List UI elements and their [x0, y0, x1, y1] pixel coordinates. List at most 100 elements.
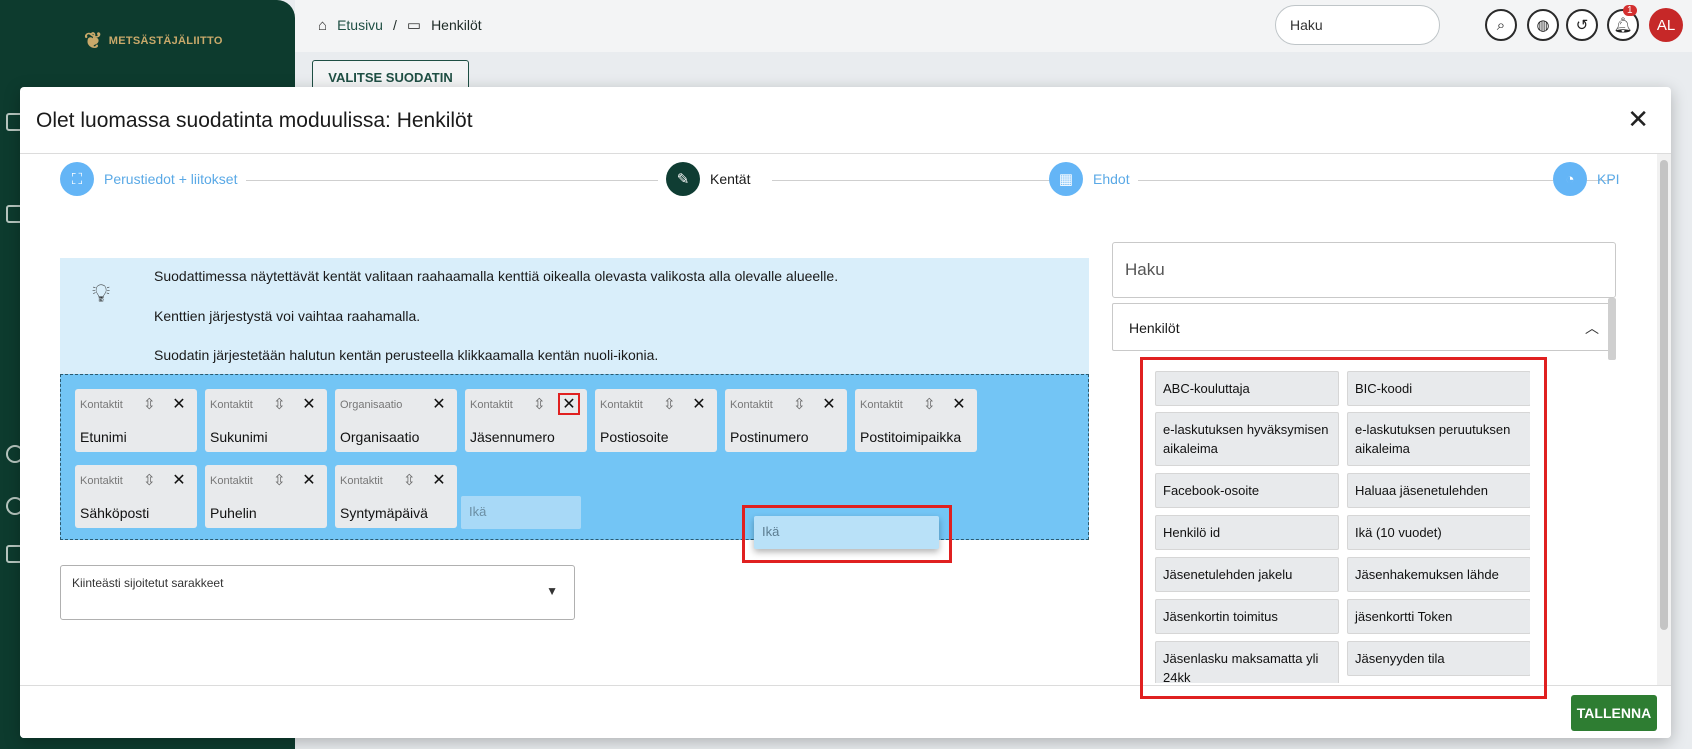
modal-header: Olet luomassa suodatinta moduulissa: Hen…	[20, 87, 1671, 154]
step-label: Kentät	[710, 171, 751, 187]
remove-field-icon[interactable]: ✕	[298, 393, 320, 415]
global-search-input[interactable]: Haku	[1275, 5, 1440, 45]
top-bar	[295, 0, 1692, 52]
chevron-up-icon: ︿	[1585, 320, 1599, 336]
drop-placeholder: Ikä	[461, 496, 581, 529]
breadcrumb-separator: /	[392, 17, 397, 33]
language-button[interactable]: ◍	[1527, 9, 1559, 41]
field-category: Kontaktit	[860, 399, 903, 411]
field-category: Kontaktit	[80, 475, 123, 487]
step-connector	[246, 180, 658, 181]
remove-field-icon[interactable]: ✕	[688, 393, 710, 415]
step-label: Perustiedot + liitokset	[104, 171, 238, 187]
step-label: KPI	[1597, 171, 1620, 187]
lightbulb-icon: 💡︎	[92, 278, 111, 308]
info-text: Kenttien järjestystä voi vaihtaa raahama…	[154, 308, 421, 324]
field-name: Sähköposti	[80, 505, 150, 521]
field-name: Postiosoite	[600, 429, 669, 445]
selected-field-chip[interactable]: Kontaktit ⇳ ✕ Jäsennumero	[465, 389, 587, 452]
modal-scrollbar-thumb[interactable]	[1660, 160, 1668, 630]
remove-field-icon[interactable]: ✕	[168, 469, 190, 491]
field-name: Puhelin	[210, 505, 257, 521]
close-icon[interactable]: ✕	[1627, 106, 1649, 132]
selected-field-chip[interactable]: Kontaktit ⇳ ✕ Sähköposti	[75, 465, 197, 528]
leaf-logo-icon: ❦	[84, 28, 103, 53]
remove-field-icon[interactable]: ✕	[948, 393, 970, 415]
highlight-box	[1140, 357, 1547, 699]
field-category: Kontaktit	[600, 399, 643, 411]
globe-icon: ◍	[1536, 17, 1550, 34]
step-fields[interactable]: ✎ Kentät	[666, 162, 750, 196]
sort-arrows-icon[interactable]: ⇳	[923, 395, 936, 413]
selected-field-chip[interactable]: Organisaatio ✕ Organisaatio	[335, 389, 457, 452]
selected-field-chip[interactable]: Kontaktit ⇳ ✕ Etunimi	[75, 389, 197, 452]
selected-field-chip[interactable]: Kontaktit ⇳ ✕ Syntymäpäivä	[335, 465, 457, 528]
selected-field-chip[interactable]: Kontaktit ⇳ ✕ Sukunimi	[205, 389, 327, 452]
sort-arrows-icon[interactable]: ⇳	[273, 471, 286, 489]
caret-down-icon: ▼	[546, 584, 558, 598]
selected-field-chip[interactable]: Kontaktit ⇳ ✕ Postitoimipaikka	[855, 389, 977, 452]
step-conditions[interactable]: ▦ Ehdot	[1049, 162, 1130, 196]
sort-arrows-icon[interactable]: ⇳	[273, 395, 286, 413]
sort-arrows-icon[interactable]: ⇳	[143, 471, 156, 489]
highlight-box	[742, 505, 952, 563]
field-category: Kontaktit	[340, 475, 383, 487]
info-text: Suodatin järjestetään halutun kentän per…	[154, 347, 659, 363]
fixed-columns-select[interactable]: Kiinteästi sijoitetut sarakkeet ▼	[60, 565, 575, 620]
field-name: Postitoimipaikka	[860, 429, 962, 445]
field-category: Kontaktit	[470, 399, 513, 411]
info-text: Suodattimessa näytettävät kentät valitaa…	[154, 268, 839, 284]
remove-field-icon[interactable]: ✕	[168, 393, 190, 415]
pencil-icon: ✎	[666, 162, 700, 196]
field-category: Organisaatio	[340, 399, 403, 411]
bell-icon: 🔔︎	[1613, 17, 1633, 34]
sort-arrows-icon[interactable]: ⇳	[663, 395, 676, 413]
sort-arrows-icon[interactable]: ⇳	[403, 471, 416, 489]
remove-field-icon[interactable]: ✕	[558, 393, 580, 415]
field-name: Etunimi	[80, 429, 127, 445]
avatar[interactable]: AL	[1649, 8, 1683, 42]
logo[interactable]: ❦ METSÄSTÄJÄLIITTO	[84, 28, 223, 54]
step-basic-info[interactable]: ⛶ Perustiedot + liitokset	[60, 162, 237, 196]
history-button[interactable]: ↺	[1566, 9, 1598, 41]
field-name: Organisaatio	[340, 429, 420, 445]
field-category: Kontaktit	[210, 475, 253, 487]
breadcrumb-home-link[interactable]: Etusivu	[337, 17, 383, 33]
field-name: Sukunimi	[210, 429, 268, 445]
modal-scrollbar[interactable]	[1657, 154, 1671, 685]
breadcrumb-current: Henkilöt	[431, 17, 482, 33]
step-connector	[772, 180, 1072, 181]
chart-icon: ◔	[1553, 162, 1587, 196]
selected-field-chip[interactable]: Kontaktit ⇳ ✕ Postiosoite	[595, 389, 717, 452]
remove-field-icon[interactable]: ✕	[298, 469, 320, 491]
sort-arrows-icon[interactable]: ⇳	[143, 395, 156, 413]
field-group-accordion[interactable]: Henkilöt ︿	[1112, 303, 1616, 351]
save-button[interactable]: TALLENNA	[1571, 695, 1657, 731]
field-category: Kontaktit	[80, 399, 123, 411]
selected-field-chip[interactable]: Kontaktit ⇳ ✕ Puhelin	[205, 465, 327, 528]
history-icon: ↺	[1575, 17, 1589, 34]
info-box: 💡︎ Suodattimessa näytettävät kentät vali…	[60, 258, 1089, 378]
home-icon[interactable]: ⌂	[318, 17, 327, 34]
field-group-label: Henkilöt	[1129, 320, 1180, 336]
remove-field-icon[interactable]: ✕	[428, 469, 450, 491]
remove-field-icon[interactable]: ✕	[818, 393, 840, 415]
field-search-input[interactable]: Haku	[1112, 242, 1616, 298]
search-icon: ⌕	[1496, 16, 1506, 34]
sliders-icon: ▦	[1049, 162, 1083, 196]
search-button[interactable]: ⌕	[1485, 9, 1517, 41]
sort-arrows-icon[interactable]: ⇳	[533, 395, 546, 413]
notification-badge: 1	[1623, 5, 1637, 16]
field-name: Postinumero	[730, 429, 809, 445]
fixed-columns-label: Kiinteästi sijoitetut sarakkeet	[72, 576, 224, 590]
id-card-icon: ▭	[406, 17, 422, 34]
field-list-scrollbar[interactable]	[1608, 298, 1616, 360]
modal-title: Olet luomassa suodatinta moduulissa: Hen…	[36, 109, 473, 132]
remove-field-icon[interactable]: ✕	[428, 393, 450, 415]
step-kpi[interactable]: ◔ KPI	[1553, 162, 1620, 196]
step-connector	[1138, 180, 1613, 181]
sort-arrows-icon[interactable]: ⇳	[793, 395, 806, 413]
selected-field-chip[interactable]: Kontaktit ⇳ ✕ Postinumero	[725, 389, 847, 452]
breadcrumb: ⌂ Etusivu / ▭ Henkilöt	[318, 16, 482, 35]
field-category: Kontaktit	[730, 399, 773, 411]
